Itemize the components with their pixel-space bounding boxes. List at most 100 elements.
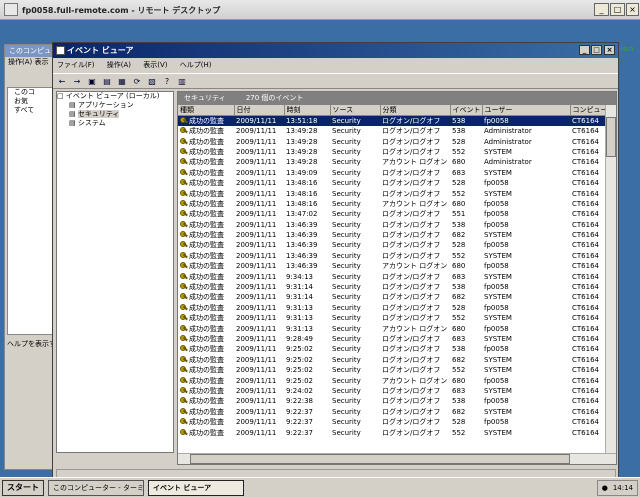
event-cell: アカウント ログオン <box>382 376 448 385</box>
maximize-button[interactable]: □ <box>591 45 602 55</box>
forward-icon[interactable]: → <box>71 76 83 87</box>
back-icon[interactable]: ← <box>56 76 68 87</box>
column-header[interactable]: ユーザー <box>482 105 571 116</box>
event-row[interactable]: 成功の監査 2009/11/11 13:49:28 Security アカウント ログオ… <box>178 157 605 167</box>
tree-node[interactable]: このコ <box>8 88 55 97</box>
event-row[interactable]: 成功の監査 2009/11/11 9:31:13 Security ログオン/ログオフ 5… <box>178 303 605 313</box>
event-cell: CT6164 <box>572 428 599 437</box>
computer-management-menu[interactable]: 操作(A) 表示 <box>5 57 57 67</box>
event-type: 成功の監査 <box>189 386 224 395</box>
event-row[interactable]: 成功の監査 2009/11/11 13:47:02 Security ログオン/ログオフ… <box>178 209 605 219</box>
menu-view[interactable]: 表示(V) <box>143 61 167 69</box>
column-header[interactable]: コンピュータ <box>570 105 606 116</box>
event-row[interactable]: 成功の監査 2009/11/11 9:22:37 Security ログオン/ログオフ 5… <box>178 417 605 427</box>
event-cell: Security <box>332 314 361 323</box>
event-row[interactable]: 成功の監査 2009/11/11 9:34:13 Security ログオン/ログオフ 6… <box>178 271 605 281</box>
menu-file[interactable]: ファイル(F) <box>57 61 95 69</box>
scroll-thumb[interactable] <box>606 117 616 157</box>
horizontal-scrollbar[interactable] <box>178 453 616 464</box>
column-header[interactable]: 時刻 <box>284 105 331 116</box>
event-cell: 2009/11/11 <box>236 397 277 406</box>
event-row[interactable]: 成功の監査 2009/11/11 13:46:39 Security ログオン/ログオフ… <box>178 240 605 250</box>
console-icon[interactable]: ▥ <box>176 76 188 87</box>
vertical-scrollbar[interactable] <box>605 105 616 455</box>
event-list-pane[interactable]: セキュリティ 270 個のイベント 種類 日付 時刻 ソース 分類 イベント ユーザー コンピ… <box>177 91 617 465</box>
event-row[interactable]: 成功の監査 2009/11/11 13:46:39 Security ログオン/ログオフ… <box>178 230 605 240</box>
computer-management-tree[interactable]: このコ お気 すべて <box>7 87 56 335</box>
event-cell: ログオン/ログオフ <box>382 303 441 312</box>
event-table[interactable]: 種類日付時刻ソース分類イベントユーザーコンピュータ 成功の監査 2009/11/1… <box>178 105 606 438</box>
event-tree[interactable]: □ イベント ビューア (ローカル) ▤ アプリケーション ▤ セキュリティ ▤… <box>56 91 174 453</box>
tree-item-application[interactable]: ▤ アプリケーション <box>57 101 173 110</box>
event-cell: 9:31:13 <box>286 303 313 312</box>
event-row[interactable]: 成功の監査 2009/11/11 9:22:38 Security ログオン/ログオフ 5… <box>178 396 605 406</box>
event-row[interactable]: 成功の監査 2009/11/11 13:49:28 Security ログオン/ログオフ… <box>178 147 605 157</box>
event-viewer-window[interactable]: イベント ビューア _ □ × ファイル(F) 操作(A) 表示(V) ヘルプ(… <box>52 42 619 484</box>
export-icon[interactable]: ▧ <box>146 76 158 87</box>
tree-root[interactable]: □ イベント ビューア (ローカル) <box>57 92 173 101</box>
event-row[interactable]: 成功の監査 2009/11/11 13:46:39 Security ログオン/ログオフ… <box>178 251 605 261</box>
event-row[interactable]: 成功の監査 2009/11/11 13:46:39 Security ログオン/ログオフ… <box>178 220 605 230</box>
event-row[interactable]: 成功の監査 2009/11/11 13:48:16 Security アカウント ログオ… <box>178 199 605 209</box>
event-row[interactable]: 成功の監査 2009/11/11 13:49:09 Security ログオン/ログオフ… <box>178 168 605 178</box>
event-row[interactable]: 成功の監査 2009/11/11 9:25:02 Security ログオン/ログオフ 5… <box>178 365 605 375</box>
event-cell: fp0058 <box>484 324 509 333</box>
audit-key-icon <box>180 137 188 145</box>
event-cell: 552 <box>452 366 466 375</box>
event-row[interactable]: 成功の監査 2009/11/11 13:51:18 Security ログオン/ログオフ… <box>178 115 605 126</box>
column-header[interactable]: 種類 <box>178 105 235 116</box>
computer-management-window[interactable]: このコンピュー 操作(A) 表示 このコ お気 すべて ヘルプを表示す <box>4 44 58 470</box>
event-cell: fp0058 <box>484 376 509 385</box>
column-header[interactable]: イベント <box>450 105 483 116</box>
menu-action[interactable]: 操作(A) <box>107 61 131 69</box>
event-cell: 2009/11/11 <box>236 251 277 260</box>
event-row[interactable]: 成功の監査 2009/11/11 9:25:02 Security アカウント ログオン… <box>178 375 605 385</box>
tree-node[interactable]: お気 <box>8 97 55 106</box>
up-icon[interactable]: ▣ <box>86 76 98 87</box>
event-row[interactable]: 成功の監査 2009/11/11 9:22:37 Security ログオン/ログオフ 6… <box>178 407 605 417</box>
show-tree-icon[interactable]: ▤ <box>101 76 113 87</box>
network-icon[interactable]: ● <box>602 484 608 492</box>
event-row[interactable]: 成功の監査 2009/11/11 9:31:14 Security ログオン/ログオフ 6… <box>178 292 605 302</box>
properties-icon[interactable]: ▦ <box>116 76 128 87</box>
event-row[interactable]: 成功の監査 2009/11/11 9:31:13 Security アカウント ログオン… <box>178 323 605 333</box>
event-row[interactable]: 成功の監査 2009/11/11 9:22:37 Security ログオン/ログオフ 5… <box>178 427 605 437</box>
event-cell: ログオン/ログオフ <box>382 220 441 229</box>
event-cell: SYSTEM <box>484 168 512 177</box>
tree-item-security[interactable]: ▤ セキュリティ <box>57 110 173 119</box>
event-row[interactable]: 成功の監査 2009/11/11 9:25:02 Security ログオン/ログオフ 6… <box>178 355 605 365</box>
close-button[interactable]: × <box>604 45 615 55</box>
column-header[interactable]: ソース <box>330 105 381 116</box>
event-row[interactable]: 成功の監査 2009/11/11 9:25:02 Security ログオン/ログオフ 5… <box>178 344 605 354</box>
audit-key-icon <box>180 335 188 342</box>
column-header[interactable]: 分類 <box>380 105 451 116</box>
event-cell: CT6164 <box>572 147 599 156</box>
tree-item-system[interactable]: ▤ システム <box>57 119 173 128</box>
tree-node[interactable]: すべて <box>8 106 55 115</box>
menu-bar: ファイル(F) 操作(A) 表示(V) ヘルプ(H) <box>53 58 618 73</box>
taskbar-item[interactable]: このコンピューター - ターミナ... <box>48 479 144 496</box>
minimize-button[interactable]: _ <box>594 3 609 16</box>
restore-button[interactable]: □ <box>610 3 625 16</box>
event-row[interactable]: 成功の監査 2009/11/11 13:46:39 Security アカウント ログオ… <box>178 261 605 271</box>
event-row[interactable]: 成功の監査 2009/11/11 13:48:16 Security ログオン/ログオフ… <box>178 188 605 198</box>
event-row[interactable]: 成功の監査 2009/11/11 13:49:28 Security ログオン/ログオフ… <box>178 126 605 136</box>
column-header[interactable]: 日付 <box>234 105 285 116</box>
start-button[interactable]: スタート <box>2 479 44 496</box>
event-row[interactable]: 成功の監査 2009/11/11 13:49:28 Security ログオン/ログオフ… <box>178 136 605 146</box>
event-row[interactable]: 成功の監査 2009/11/11 13:48:16 Security ログオン/ログオフ… <box>178 178 605 188</box>
event-row[interactable]: 成功の監査 2009/11/11 9:24:02 Security ログオン/ログオフ 6… <box>178 386 605 396</box>
event-cell: Security <box>332 324 361 333</box>
close-button[interactable]: × <box>626 3 639 16</box>
taskbar-item[interactable]: イベント ビューア <box>148 479 244 496</box>
minimize-button[interactable]: _ <box>579 45 590 55</box>
event-row[interactable]: 成功の監査 2009/11/11 9:31:13 Security ログオン/ログオフ 5… <box>178 313 605 323</box>
help-icon[interactable]: ? <box>161 76 173 87</box>
event-row[interactable]: 成功の監査 2009/11/11 9:28:49 Security ログオン/ログオフ 6… <box>178 334 605 344</box>
event-row[interactable]: 成功の監査 2009/11/11 9:31:14 Security ログオン/ログオフ 5… <box>178 282 605 292</box>
refresh-icon[interactable]: ⟳ <box>131 76 143 87</box>
event-cell: Administrator <box>484 137 532 146</box>
scroll-thumb[interactable] <box>190 454 570 464</box>
menu-help[interactable]: ヘルプ(H) <box>180 61 212 69</box>
event-cell: 成功の監査 <box>178 157 234 167</box>
